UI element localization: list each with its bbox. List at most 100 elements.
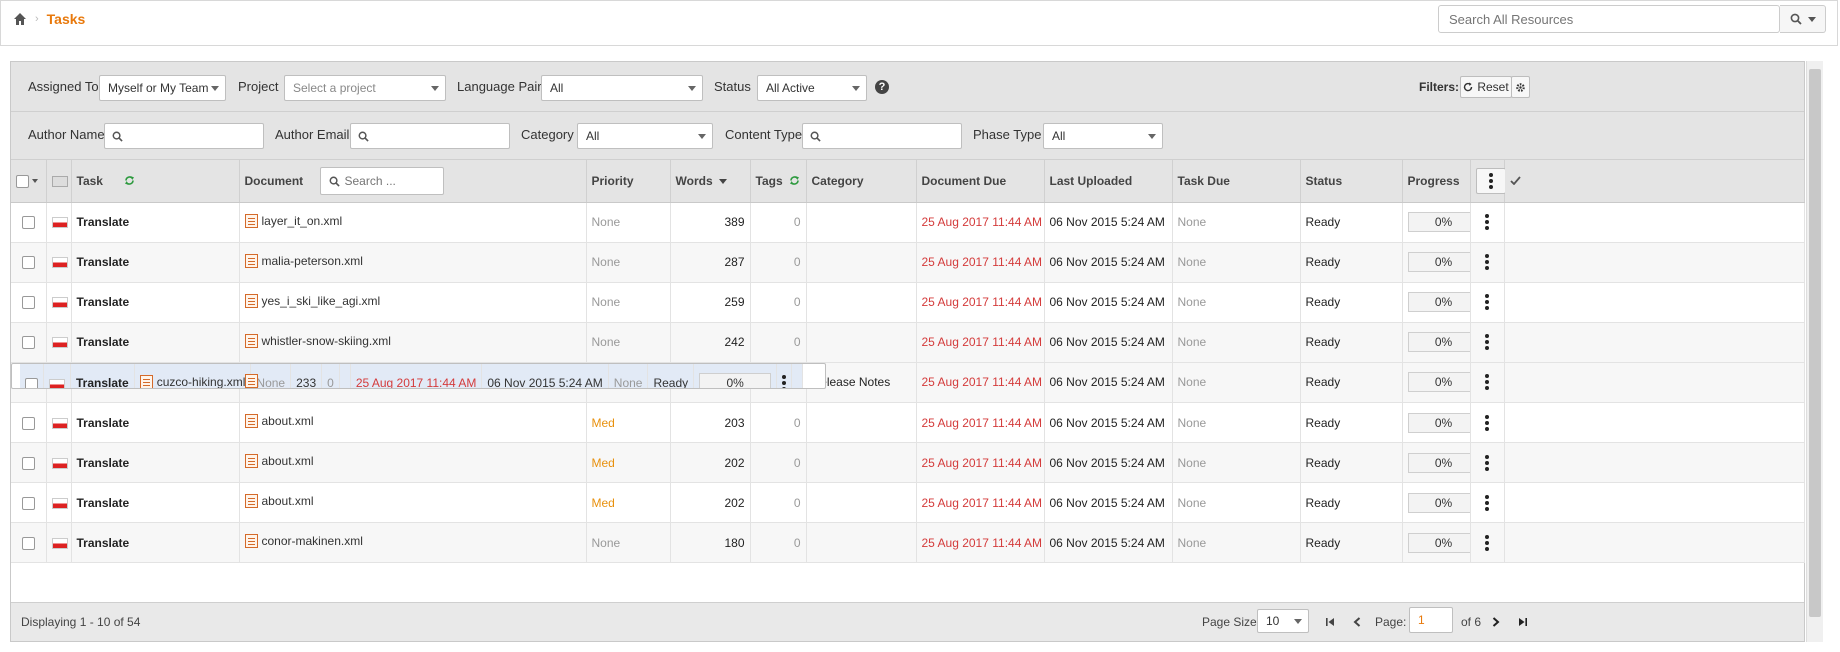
kebab-icon[interactable] xyxy=(782,375,787,388)
task-cell[interactable]: Translate xyxy=(71,402,240,443)
author-name-input[interactable] xyxy=(127,126,257,146)
document-cell[interactable]: whistler-snow-skiing.xml xyxy=(239,322,587,363)
document-cell[interactable]: layer_it_on.xml xyxy=(239,202,587,243)
row-actions-cell[interactable] xyxy=(1470,202,1505,243)
help-icon[interactable]: ? xyxy=(875,80,889,94)
table-row[interactable]: Translate yes_i_ski_like_agi.xml None 259 0 2… xyxy=(11,282,1805,323)
scrollbar-thumb[interactable] xyxy=(1809,69,1821,617)
document-name[interactable]: conor-makinen.xml xyxy=(262,534,363,548)
document-name[interactable]: cuzco-hiking.xml xyxy=(157,370,246,388)
vertical-scrollbar[interactable] xyxy=(1806,61,1823,642)
row-select-cell[interactable] xyxy=(20,363,44,388)
row-checkbox[interactable] xyxy=(21,536,35,550)
category-select[interactable]: All xyxy=(577,123,713,149)
document-name[interactable]: yes_i_ski_like_agi.xml xyxy=(262,294,381,308)
document-cell[interactable]: cuzco-hiking.xml xyxy=(134,363,252,388)
row-actions-cell[interactable] xyxy=(1470,402,1505,443)
document-cell[interactable]: about.xml xyxy=(239,482,587,523)
global-search-button[interactable] xyxy=(1780,5,1826,33)
page-size-select[interactable]: 10 xyxy=(1257,609,1309,633)
row-actions-cell[interactable] xyxy=(1470,442,1505,483)
row-checkbox[interactable] xyxy=(21,296,35,310)
column-tags[interactable]: Tags xyxy=(750,160,807,203)
refresh-icon[interactable] xyxy=(124,175,135,186)
kebab-icon[interactable] xyxy=(1485,374,1489,391)
column-words[interactable]: Words xyxy=(670,160,751,203)
phase-type-select[interactable]: All xyxy=(1043,123,1163,149)
document-name[interactable]: layer_it_on.xml xyxy=(262,214,343,228)
document-cell[interactable]: conor-makinen.xml xyxy=(239,522,587,563)
refresh-icon[interactable] xyxy=(789,175,800,186)
row-select-cell[interactable] xyxy=(11,202,47,243)
table-row[interactable]: Translate about.xml Med 203 0 25 Aug 2017 11:… xyxy=(11,402,1805,443)
project-select[interactable]: Select a project xyxy=(284,75,446,101)
task-cell[interactable]: Translate xyxy=(70,363,135,388)
row-checkbox[interactable] xyxy=(21,416,35,430)
document-cell[interactable]: yes_i_ski_like_agi.xml xyxy=(239,282,587,323)
table-row[interactable]: Translate about.xml Med 202 0 25 Aug 2017 11:… xyxy=(11,482,1805,523)
row-select-cell[interactable] xyxy=(11,482,47,523)
document-name[interactable]: about.xml xyxy=(262,414,314,428)
row-select-cell[interactable] xyxy=(11,322,47,363)
row-checkbox[interactable] xyxy=(21,216,35,230)
row-actions-cell[interactable] xyxy=(1470,322,1505,363)
table-row[interactable]: Translate about.xml Med 202 0 25 Aug 2017 11:… xyxy=(11,442,1805,483)
row-checkbox[interactable] xyxy=(21,336,35,350)
row-checkbox[interactable] xyxy=(21,256,35,270)
global-search-input[interactable] xyxy=(1439,6,1779,32)
row-actions-cell[interactable] xyxy=(1470,282,1505,323)
row-select-cell[interactable] xyxy=(11,442,47,483)
row-actions-cell[interactable] xyxy=(776,363,793,388)
row-select-cell[interactable] xyxy=(11,522,47,563)
kebab-icon[interactable] xyxy=(1485,334,1489,350)
column-task[interactable]: Task xyxy=(71,160,240,203)
kebab-icon[interactable] xyxy=(1485,214,1489,230)
select-all-checkbox[interactable] xyxy=(16,174,29,188)
task-cell[interactable]: Translate xyxy=(71,242,240,283)
column-last-uploaded[interactable]: Last Uploaded xyxy=(1044,160,1173,203)
prev-page-button[interactable] xyxy=(1348,613,1366,631)
select-all-header[interactable] xyxy=(11,160,47,203)
table-row[interactable]: Translate cuzco-hiking.xml None 233 0 25 Aug … xyxy=(11,362,827,389)
document-name[interactable]: about.xml xyxy=(262,454,314,468)
table-row[interactable]: Translate malia-peterson.xml None 287 0 25 Au… xyxy=(11,242,1805,283)
task-cell[interactable]: Translate xyxy=(71,522,240,563)
kebab-icon[interactable] xyxy=(1485,294,1489,310)
document-name[interactable]: whistler-snow-skiing.xml xyxy=(262,334,391,348)
task-cell[interactable]: Translate xyxy=(71,202,240,243)
reset-button[interactable]: Reset xyxy=(1460,76,1512,98)
home-icon[interactable] xyxy=(13,12,27,26)
filter-settings-button[interactable] xyxy=(1511,76,1530,98)
row-actions-cell[interactable] xyxy=(1470,482,1505,523)
task-cell[interactable]: Translate xyxy=(71,482,240,523)
kebab-icon[interactable] xyxy=(1485,414,1489,431)
content-type-input[interactable] xyxy=(825,126,955,146)
first-page-button[interactable] xyxy=(1321,613,1339,631)
document-search-input[interactable] xyxy=(344,171,437,191)
row-checkbox[interactable] xyxy=(21,456,35,470)
column-category[interactable]: Category xyxy=(806,160,917,203)
column-status[interactable]: Status xyxy=(1300,160,1403,203)
document-name[interactable]: about.xml xyxy=(262,494,314,508)
assigned-to-select[interactable]: Myself or My Team xyxy=(99,75,226,101)
row-actions-cell[interactable] xyxy=(1470,522,1505,563)
page-number-input[interactable]: 1 xyxy=(1409,607,1453,633)
kebab-icon[interactable] xyxy=(1485,254,1489,270)
row-actions-cell[interactable] xyxy=(1470,242,1505,283)
task-cell[interactable]: Translate xyxy=(71,282,240,323)
row-checkbox[interactable] xyxy=(25,377,38,388)
row-select-cell[interactable] xyxy=(11,282,47,323)
row-select-cell[interactable] xyxy=(11,402,47,443)
task-cell[interactable]: Translate xyxy=(71,442,240,483)
next-page-button[interactable] xyxy=(1487,613,1505,631)
document-name[interactable]: malia-peterson.xml xyxy=(262,254,363,268)
column-priority[interactable]: Priority xyxy=(586,160,671,203)
last-page-button[interactable] xyxy=(1514,613,1532,631)
status-select[interactable]: All Active xyxy=(757,75,867,101)
column-document[interactable]: Document xyxy=(239,160,587,203)
document-cell[interactable]: about.xml xyxy=(239,402,587,443)
document-cell[interactable]: about.xml xyxy=(239,442,587,483)
column-task-due[interactable]: Task Due xyxy=(1172,160,1301,203)
column-progress[interactable]: Progress xyxy=(1402,160,1471,203)
row-select-cell[interactable] xyxy=(11,242,47,283)
